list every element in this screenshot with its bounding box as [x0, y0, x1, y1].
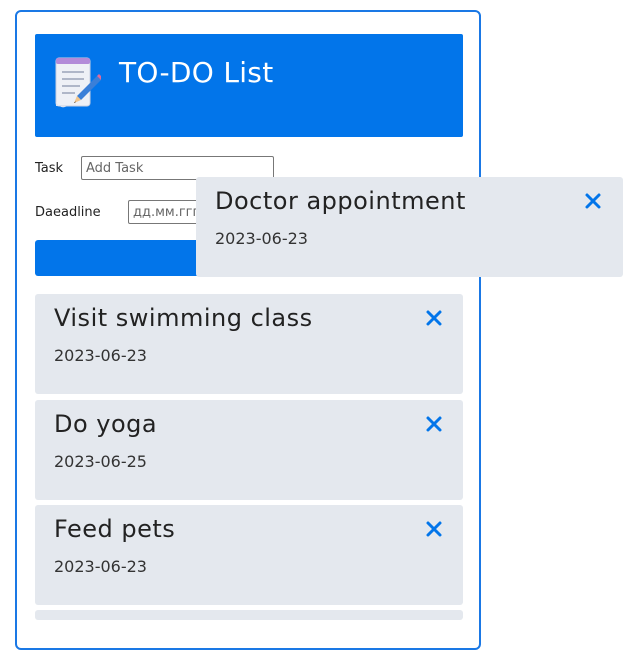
- close-icon[interactable]: [583, 191, 603, 211]
- close-icon[interactable]: [424, 414, 444, 434]
- task-card-partial: [35, 610, 463, 620]
- task-date: 2023-06-25: [54, 452, 147, 471]
- task-date: 2023-06-23: [215, 229, 308, 248]
- close-icon[interactable]: [424, 519, 444, 539]
- task-date: 2023-06-23: [54, 557, 147, 576]
- task-name: Feed pets: [54, 515, 176, 543]
- task-card[interactable]: Do yoga 2023-06-25: [35, 400, 463, 500]
- task-name: Do yoga: [54, 410, 158, 438]
- task-name: Doctor appointment: [215, 187, 466, 215]
- task-card[interactable]: Feed pets 2023-06-23: [35, 505, 463, 605]
- deadline-label: Daeadline: [35, 205, 101, 220]
- app-header: TO-DO List: [35, 34, 463, 137]
- task-name: Visit swimming class: [54, 304, 313, 332]
- task-card[interactable]: Visit swimming class 2023-06-23: [35, 294, 463, 394]
- dragging-task-card[interactable]: Doctor appointment 2023-06-23: [196, 177, 623, 277]
- task-label: Task: [35, 161, 64, 176]
- task-date: 2023-06-23: [54, 346, 147, 365]
- app-title: TO-DO List: [119, 56, 274, 89]
- close-icon[interactable]: [424, 308, 444, 328]
- notepad-pencil-icon: [55, 57, 101, 108]
